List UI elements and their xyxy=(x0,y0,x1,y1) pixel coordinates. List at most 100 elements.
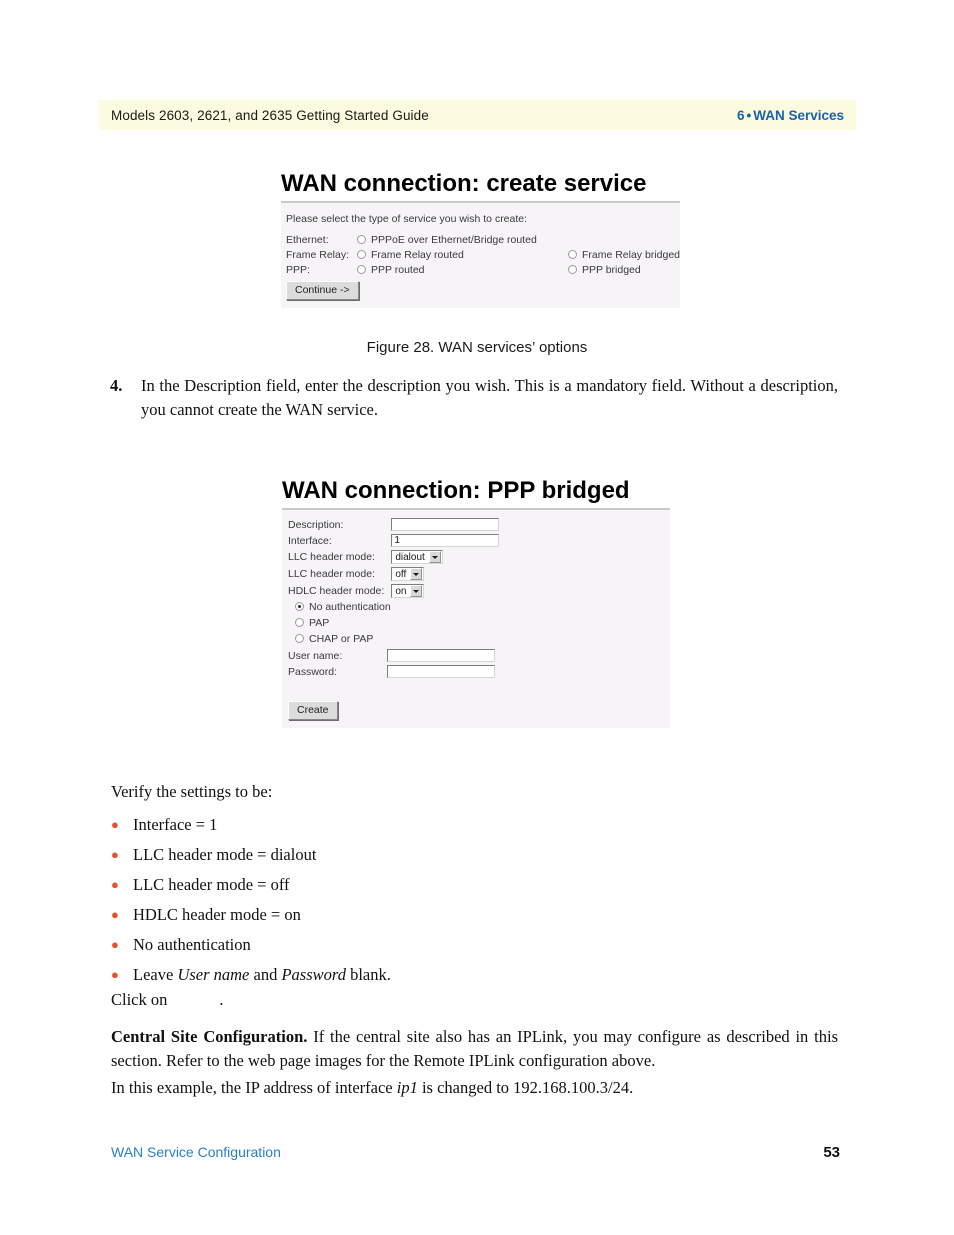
password-emphasis: Password xyxy=(281,965,346,984)
interface-input[interactable]: 1 xyxy=(391,534,500,547)
label-description: Description: xyxy=(288,518,344,531)
list-item: ● LLC header mode = dialout xyxy=(111,840,671,870)
table-row: Ethernet: PPPoE over Ethernet/Bridge rou… xyxy=(286,234,680,249)
step-4-text: In the Description field, enter the desc… xyxy=(141,376,838,419)
bullet-icon: ● xyxy=(111,877,119,892)
label-user-name: User name: xyxy=(288,649,343,662)
service-option-ppp-bridged[interactable]: PPP bridged xyxy=(567,264,680,279)
list-item: ● HDLC header mode = on xyxy=(111,900,671,930)
create-service-intro: Please select the type of service you wi… xyxy=(286,213,528,225)
field-cell xyxy=(387,649,495,665)
auth-option-label: CHAP or PAP xyxy=(309,633,374,645)
bullet-icon: ● xyxy=(111,967,119,982)
service-option-pppoe-ethernet-bridge-routed[interactable]: PPPoE over Ethernet/Bridge routed xyxy=(357,234,568,249)
table-row: HDLC header mode: on xyxy=(288,584,499,601)
list-item-label-credentials: Leave User name and Password blank. xyxy=(133,960,671,990)
table-row: Password: xyxy=(288,665,495,681)
list-item-label: LLC header mode = off xyxy=(133,875,290,894)
example-prefix: In this example, the IP address of inter… xyxy=(111,1078,397,1097)
page-number: 53 xyxy=(823,1144,840,1161)
service-option-label: PPP routed xyxy=(371,264,425,276)
figure-28-caption: Figure 28. WAN services’ options xyxy=(366,339,588,356)
service-row-label-frame-relay: Frame Relay: xyxy=(286,249,350,261)
field-cell xyxy=(387,665,495,681)
password-input[interactable] xyxy=(387,665,495,678)
verify-settings-list: ● Interface = 1 ● LLC header mode = dial… xyxy=(111,810,671,990)
radio-chap-or-pap[interactable] xyxy=(295,634,304,643)
leave-suffix: blank. xyxy=(345,965,391,984)
central-site-configuration-paragraph: Central Site Configuration. If the centr… xyxy=(111,1025,838,1073)
hdlc-header-mode-select[interactable]: on xyxy=(391,584,425,598)
bullet-icon: ● xyxy=(111,907,119,922)
numbered-step-4: 4. In the Description field, enter the d… xyxy=(110,374,838,422)
field-cell: 1 xyxy=(391,534,500,550)
table-row: Interface: 1 xyxy=(288,534,500,550)
service-option-ppp-routed[interactable]: PPP routed xyxy=(357,264,568,279)
list-item-label: LLC header mode = dialout xyxy=(133,845,317,864)
figure-ppp-bridged-body: Description: Interface: 1 LLC header mod… xyxy=(282,510,670,728)
radio-ppp-bridged[interactable] xyxy=(567,265,577,274)
figure-wan-ppp-bridged: WAN connection: PPP bridged Description:… xyxy=(282,477,670,728)
radio-pap[interactable] xyxy=(295,618,304,627)
table-row: Frame Relay: Frame Relay routed Frame Re… xyxy=(286,249,680,264)
auth-option-label: No authentication xyxy=(309,601,391,613)
hdlc-header-mode-value: on xyxy=(395,585,407,597)
header-book-title: Models 2603, 2621, and 2635 Getting Star… xyxy=(111,107,429,123)
example-suffix: is changed to 192.168.100.3/24. xyxy=(417,1078,634,1097)
page-running-header: Models 2603, 2621, and 2635 Getting Star… xyxy=(99,100,856,130)
central-site-bold-lead: Central Site Configuration. xyxy=(111,1027,308,1046)
figure-create-service-title: WAN connection: create service xyxy=(281,170,647,197)
service-row-label-ppp: PPP: xyxy=(286,264,310,276)
service-option-label: PPP bridged xyxy=(581,264,641,276)
figure-wan-create-service: WAN connection: create service Please se… xyxy=(281,170,680,308)
figure-create-service-body: Please select the type of service you wi… xyxy=(281,203,680,308)
radio-frame-relay-bridged[interactable] xyxy=(567,250,577,259)
figure-ppp-bridged-title: WAN connection: PPP bridged xyxy=(282,477,630,504)
service-option-label: PPPoE over Ethernet/Bridge routed xyxy=(371,234,537,246)
service-option-frame-relay-routed[interactable]: Frame Relay routed xyxy=(357,249,568,264)
service-row-label-ethernet: Ethernet: xyxy=(286,234,329,246)
radio-pppoe-ethernet-bridge-routed[interactable] xyxy=(357,235,367,244)
label-hdlc-header-mode: HDLC header mode: xyxy=(288,585,385,597)
bullet-icon: ● xyxy=(111,937,119,952)
click-on-prefix: Click on xyxy=(111,990,168,1009)
auth-option-chap-or-pap[interactable]: CHAP or PAP xyxy=(288,633,670,645)
radio-no-authentication[interactable] xyxy=(295,602,304,611)
footer-section-title: WAN Service Configuration xyxy=(111,1144,281,1160)
ppp-bridged-form-table: Description: Interface: 1 LLC header mod… xyxy=(288,518,500,601)
auth-option-no-authentication[interactable]: No authentication xyxy=(288,601,670,613)
llc-header-mode-2-value: off xyxy=(395,568,407,580)
llc-header-mode-1-value: dialout xyxy=(395,551,425,563)
leave-middle: and xyxy=(249,965,282,984)
list-item: ● Interface = 1 xyxy=(111,810,671,840)
click-on-instruction: Click on. xyxy=(111,988,511,1012)
radio-frame-relay-routed[interactable] xyxy=(357,250,367,259)
list-item: ● LLC header mode = off xyxy=(111,870,671,900)
service-option-empty xyxy=(568,234,680,249)
table-row: User name: xyxy=(288,649,495,665)
chevron-down-icon[interactable] xyxy=(428,551,441,563)
chevron-down-icon[interactable] xyxy=(410,568,423,580)
leave-prefix: Leave xyxy=(133,965,178,984)
user-name-input[interactable] xyxy=(387,649,495,662)
continue-button[interactable]: Continue -> xyxy=(286,281,359,300)
list-item-label: No authentication xyxy=(133,935,251,954)
label-llc-header-mode-2: LLC header mode: xyxy=(288,568,375,580)
auth-option-label: PAP xyxy=(309,617,330,629)
auth-option-pap[interactable]: PAP xyxy=(288,617,670,629)
llc-header-mode-1-select[interactable]: dialout xyxy=(391,550,443,564)
description-input[interactable] xyxy=(391,518,500,531)
label-password: Password: xyxy=(288,665,338,678)
label-llc-header-mode-1: LLC header mode: xyxy=(288,551,375,563)
label-interface: Interface: xyxy=(288,534,332,547)
table-row: LLC header mode: off xyxy=(288,567,499,584)
llc-header-mode-2-select[interactable]: off xyxy=(391,567,425,581)
service-option-frame-relay-bridged[interactable]: Frame Relay bridged xyxy=(567,249,680,264)
chevron-down-icon[interactable] xyxy=(410,585,423,597)
create-button[interactable]: Create xyxy=(288,701,338,720)
bullet-icon: ● xyxy=(111,817,119,832)
bullet-icon: ● xyxy=(111,847,119,862)
credentials-table: User name: Password: xyxy=(288,649,495,681)
radio-ppp-routed[interactable] xyxy=(357,265,367,274)
verify-settings-lead: Verify the settings to be: xyxy=(111,782,273,801)
